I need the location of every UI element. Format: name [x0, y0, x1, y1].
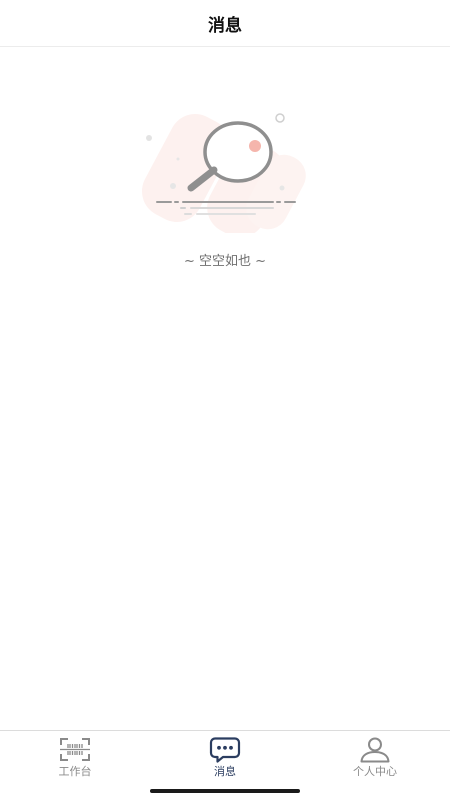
home-indicator[interactable] [150, 789, 300, 793]
page-title: 消息 [208, 15, 242, 36]
tab-label: 工作台 [58, 765, 92, 778]
navigation-bar: 消息 [0, 0, 450, 47]
tab-workbench[interactable]: 工作台 [0, 731, 150, 783]
tab-label: 消息 [214, 765, 236, 778]
chat-bubble-icon [209, 737, 241, 763]
user-icon [360, 737, 390, 763]
magnifier-illustration [141, 113, 306, 233]
barcode-scan-icon [60, 738, 90, 761]
empty-state-message: ~ 空空如也 ~ [183, 254, 267, 269]
tab-profile[interactable]: 个人中心 [300, 731, 450, 783]
tab-messages[interactable]: 消息 [150, 731, 300, 783]
tab-label: 个人中心 [353, 765, 397, 778]
